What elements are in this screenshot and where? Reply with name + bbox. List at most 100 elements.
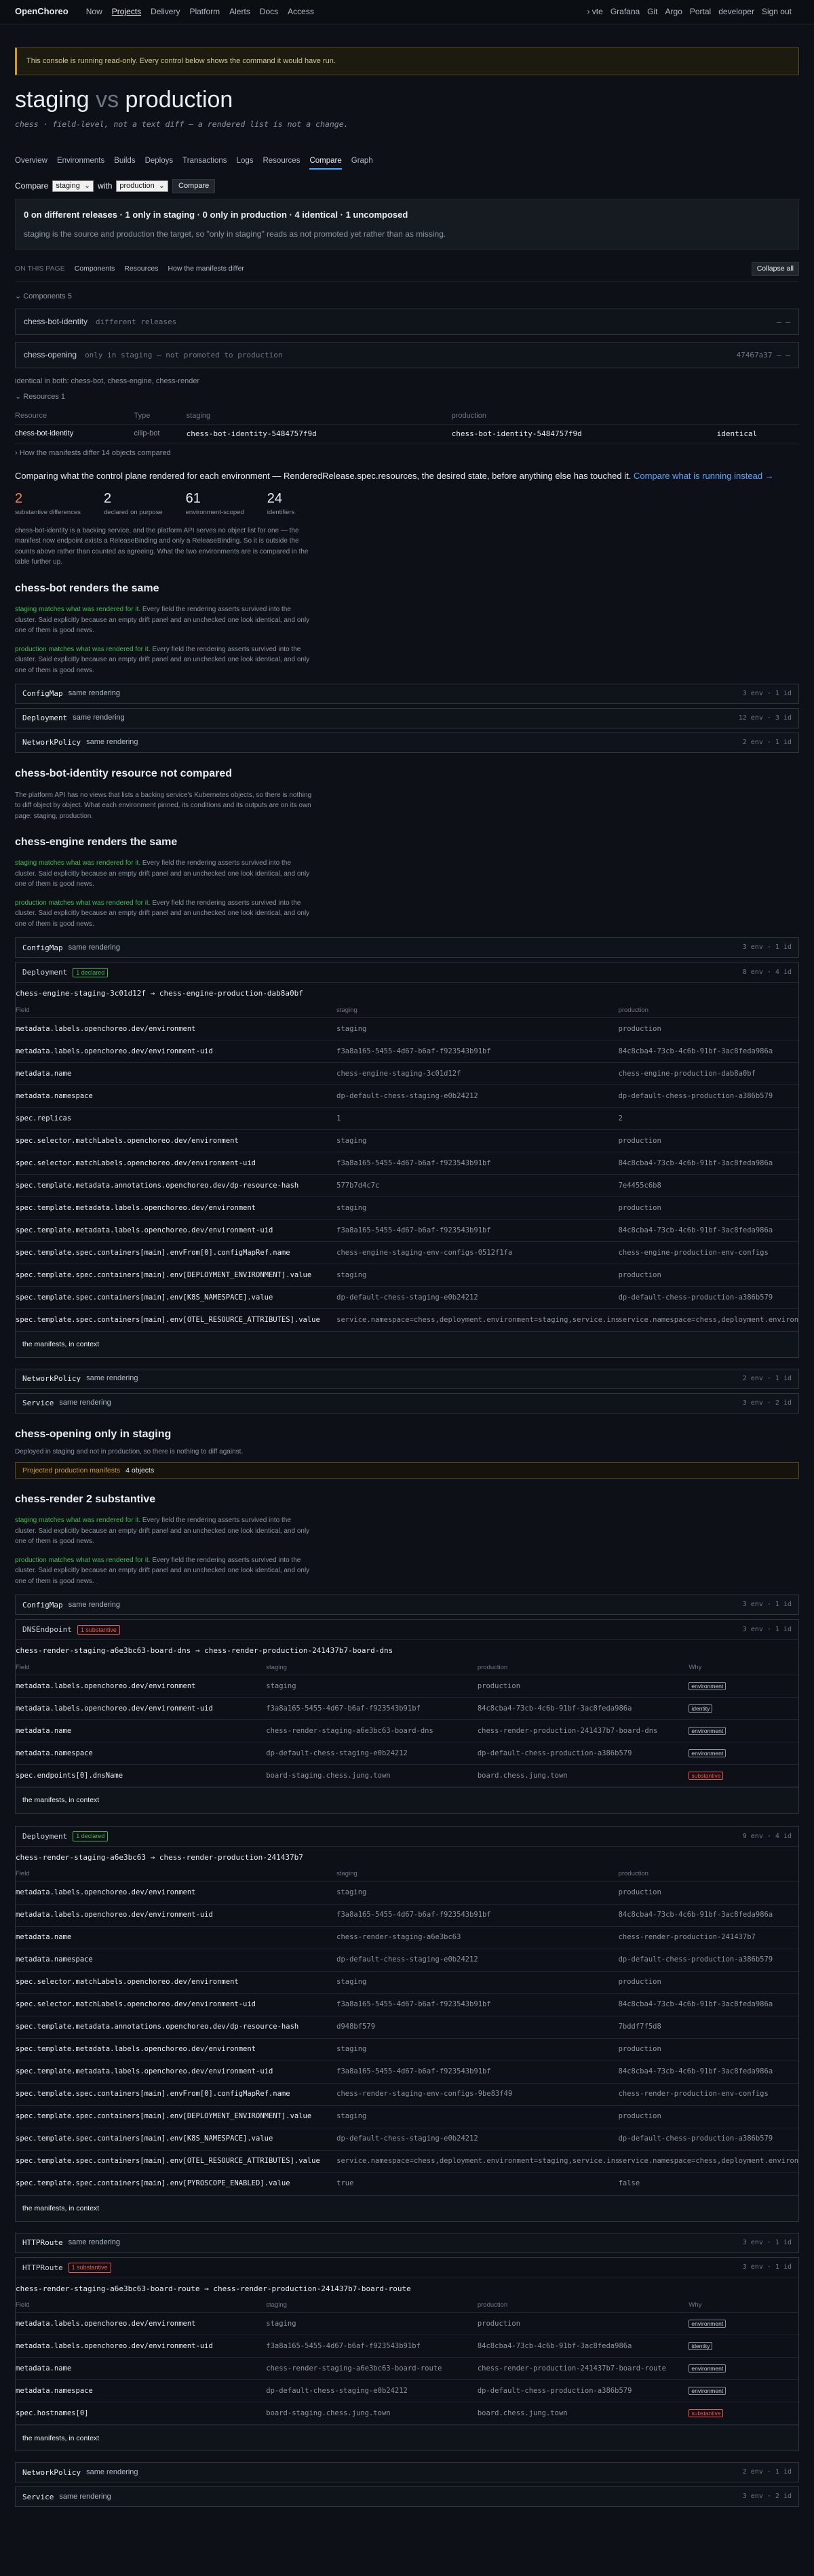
object-row[interactable]: Deployment same rendering 12 env · 3 id [15, 708, 799, 729]
production-value: production [618, 1971, 798, 1994]
object-counts: 3 env · 1 id [742, 1601, 792, 1609]
expanded-object-header[interactable]: HTTPRoute 1 substantive 3 env · 1 id [16, 2258, 798, 2278]
why-cell: environment [689, 2312, 798, 2336]
field-path: metadata.namespace [16, 1742, 267, 1765]
compare-label: Compare [15, 181, 49, 191]
object-row[interactable]: NetworkPolicy same rendering 2 env · 1 id [15, 733, 799, 754]
why-badge: identity [689, 1704, 713, 1713]
tab-logs[interactable]: Logs [237, 155, 254, 170]
nav-docs[interactable]: Docs [260, 7, 278, 16]
nav-access[interactable]: Access [288, 7, 314, 16]
object-pair-title: chess-render-staging-a6e3bc63 → chess-re… [16, 1853, 303, 1862]
tab-environments[interactable]: Environments [57, 155, 104, 170]
column-header: production [618, 1002, 798, 1019]
tab-deploys[interactable]: Deploys [145, 155, 174, 170]
tab-graph[interactable]: Graph [351, 155, 373, 170]
resources-toggle[interactable]: ⌄ Resources 1 [15, 392, 799, 402]
manifests-toggle[interactable]: › How the manifests differ 14 objects co… [15, 448, 799, 458]
manifests-in-context-toggle[interactable]: the manifests, in context [16, 1331, 798, 1358]
jump-resources[interactable]: Resources [124, 264, 158, 274]
table-row: spec.template.spec.containers[main].env[… [16, 2128, 798, 2151]
expanded-object-header[interactable]: Deployment 1 declared 8 env · 4 id [16, 962, 798, 983]
field-path: spec.template.spec.containers[main].env[… [16, 2172, 337, 2196]
status-badge: 1 substantive [68, 2262, 111, 2273]
production-value: 84c8cba4-73cb-4c6b-91bf-3ac8feda986a [618, 1152, 798, 1175]
production-value: chess-engine-production-dab8a0bf [618, 1062, 798, 1086]
manifests-in-context-toggle[interactable]: the manifests, in context [16, 2425, 798, 2451]
object-row[interactable]: NetworkPolicy same rendering 2 env · 1 id [15, 1369, 799, 1390]
object-row[interactable]: NetworkPolicy same rendering 2 env · 1 id [15, 2462, 799, 2483]
resources-table: Resource Type staging production chess-bot-i… [15, 408, 799, 444]
tab-transactions[interactable]: Transactions [182, 155, 227, 170]
manifests-in-context-toggle[interactable]: the manifests, in context [16, 2195, 798, 2221]
source-env-select[interactable]: staging ⌄ [52, 180, 94, 193]
projected-manifests-toggle[interactable]: Projected production manifests 4 objects [15, 1462, 799, 1479]
object-kind: HTTPRoute [22, 2238, 63, 2248]
field-path: metadata.labels.openchoreo.dev/environme… [16, 1697, 267, 1721]
object-status: same rendering [68, 689, 121, 698]
object-row[interactable]: ConfigMap same rendering 3 env · 1 id [15, 684, 799, 705]
staging-value: f3a8a165-5455-4d67-b6af-f923543b91bf [336, 1152, 619, 1175]
tab-compare[interactable]: Compare [309, 155, 342, 170]
top-link-git[interactable]: Git [647, 6, 657, 18]
staging-value: f3a8a165-5455-4d67-b6af-f923543b91bf [266, 2335, 478, 2358]
field-path: spec.replicas [16, 1107, 337, 1131]
why-cell: environment [689, 2357, 798, 2381]
top-link-argo[interactable]: Argo [665, 6, 682, 18]
brand-logo[interactable]: OpenChoreo [15, 5, 69, 18]
object-row[interactable]: ConfigMap same rendering 3 env · 1 id [15, 1595, 799, 1616]
table-row: spec.template.spec.containers[main].env[… [16, 2105, 798, 2128]
production-value: 84c8cba4-73cb-4c6b-91bf-3ac8feda986a [618, 1904, 798, 1927]
staging-value: f3a8a165-5455-4d67-b6af-f923543b91bf [266, 1697, 478, 1721]
section-chess-bot-identity: chess-bot-identity resource not compared [15, 768, 233, 780]
nav-delivery[interactable]: Delivery [151, 7, 180, 16]
stat-block: 24 identifiers [267, 489, 295, 517]
compare-button[interactable]: Compare [172, 178, 216, 194]
column-header: staging [336, 1867, 619, 1882]
production-value: 7e4455c6b8 [618, 1174, 798, 1198]
object-row[interactable]: HTTPRoute same rendering 3 env · 1 id [15, 2232, 799, 2253]
top-link-vte[interactable]: › vte [587, 6, 602, 18]
expanded-object-header[interactable]: Deployment 1 declared 9 env · 4 id [16, 1827, 798, 1848]
expanded-object-header[interactable]: DNSEndpoint 1 substantive 3 env · 1 id [16, 1620, 798, 1641]
nav-alerts[interactable]: Alerts [229, 7, 250, 16]
staging-value: dp-default-chess-staging-e0b24212 [336, 1085, 619, 1108]
tab-overview[interactable]: Overview [15, 155, 47, 170]
intro-paragraph: chess-bot-identity is a backing service,… [15, 526, 309, 566]
target-env-select[interactable]: production ⌄ [116, 180, 168, 193]
running-link[interactable]: Compare what is running instead → [634, 471, 774, 481]
component-card[interactable]: chess-opening only in staging — not promo… [15, 342, 799, 369]
collapse-all-button[interactable]: Collapse all [751, 262, 799, 277]
top-link-sign-out[interactable]: Sign out [762, 6, 792, 18]
components-toggle[interactable]: ⌄ Components 5 [15, 292, 799, 302]
jump-manifests[interactable]: How the manifests differ [168, 264, 244, 274]
column-header: Field [16, 1002, 337, 1019]
why-badge: environment [689, 1726, 726, 1735]
jump-components[interactable]: Components [75, 264, 115, 274]
field-path: spec.template.spec.containers[main].env[… [16, 1264, 337, 1287]
table-row: spec.template.spec.containers[main].env[… [16, 1264, 798, 1287]
object-row[interactable]: Service same rendering 3 env · 2 id [15, 2486, 799, 2507]
column-header: Field [16, 1867, 337, 1882]
object-row[interactable]: ConfigMap same rendering 3 env · 1 id [15, 937, 799, 958]
top-link-grafana[interactable]: Grafana [610, 6, 640, 18]
nav-platform[interactable]: Platform [189, 7, 220, 16]
staging-value: true [336, 2172, 619, 2196]
tab-builds[interactable]: Builds [114, 155, 135, 170]
nav-now[interactable]: Now [86, 7, 102, 16]
tab-resources[interactable]: Resources [263, 155, 300, 170]
top-link-developer[interactable]: developer [718, 6, 754, 18]
chess-engine-objects: ConfigMap same rendering 3 env · 1 id Deplo… [15, 937, 799, 1414]
top-link-portal[interactable]: Portal [690, 6, 711, 18]
nav-projects[interactable]: Projects [112, 7, 141, 16]
manifests-in-context-toggle[interactable]: the manifests, in context [16, 1787, 798, 1814]
table-row[interactable]: chess-bot-identity cilip-bot chess-bot-ide… [15, 424, 799, 444]
component-card[interactable]: chess-bot-identity different releases – – [15, 309, 799, 336]
object-row[interactable]: Service same rendering 3 env · 2 id [15, 1393, 799, 1414]
staging-value: staging [336, 2038, 619, 2061]
table-cell: cilip-bot [134, 424, 187, 444]
field-diff-table: Field staging production Why metadata.labels… [16, 2298, 798, 2425]
chevron-down-icon: ⌄ [83, 181, 91, 190]
table-header-row: Field staging production [16, 1867, 798, 1882]
